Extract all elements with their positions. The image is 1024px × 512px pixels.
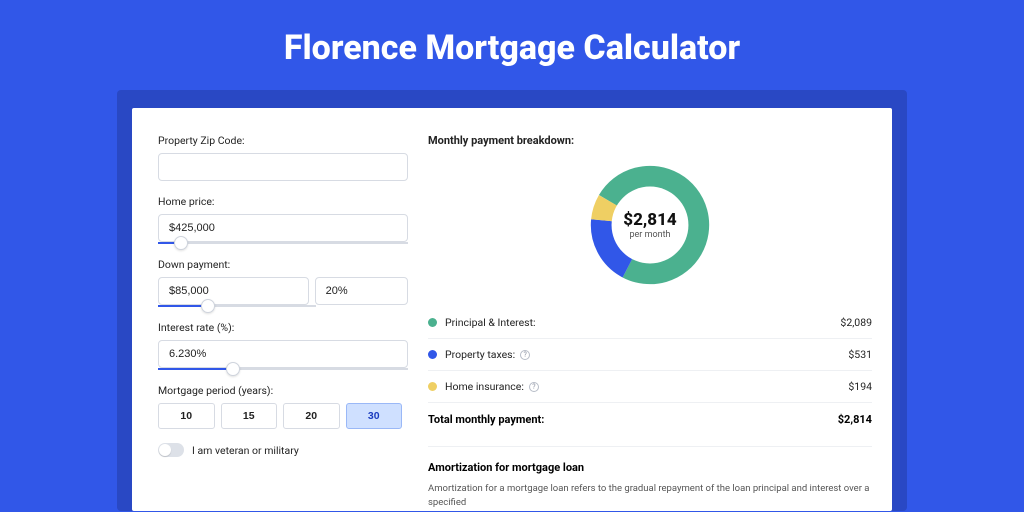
donut-sub: per month: [629, 230, 670, 240]
amortization-body: Amortization for a mortgage loan refers …: [428, 482, 872, 511]
info-icon[interactable]: ?: [520, 350, 530, 360]
breakdown-column: Monthly payment breakdown: $2,814 per mo…: [428, 134, 872, 511]
donut-chart: $2,814 per month: [586, 161, 714, 289]
period-option-10[interactable]: 10: [158, 403, 215, 429]
total-label: Total monthly payment:: [428, 413, 838, 426]
donut-center: $2,814 per month: [586, 161, 714, 289]
zip-input[interactable]: [158, 153, 408, 181]
amortization-title: Amortization for mortgage loan: [428, 461, 872, 474]
home-price-input[interactable]: [158, 214, 408, 242]
legend-dot: [428, 318, 437, 327]
interest-label: Interest rate (%):: [158, 321, 408, 334]
legend-dot: [428, 382, 437, 391]
down-payment-amount-input[interactable]: [158, 277, 309, 305]
down-payment-pct-input[interactable]: [315, 277, 408, 305]
down-payment-slider[interactable]: [158, 305, 316, 307]
info-icon[interactable]: ?: [529, 382, 539, 392]
interest-slider-thumb[interactable]: [226, 362, 240, 376]
interest-slider-fill: [158, 368, 233, 370]
donut-amount: $2,814: [623, 210, 676, 230]
interest-slider[interactable]: [158, 368, 408, 370]
home-price-field: Home price:: [158, 195, 408, 244]
down-payment-label: Down payment:: [158, 258, 408, 271]
line-label: Property taxes:?: [445, 348, 848, 361]
veteran-row: I am veteran or military: [158, 443, 408, 457]
breakdown-line-item: Home insurance:?$194: [428, 370, 872, 402]
line-value: $531: [848, 348, 872, 361]
breakdown-line-item: Principal & Interest: $2,089: [428, 307, 872, 338]
interest-input[interactable]: [158, 340, 408, 368]
page-title: Florence Mortgage Calculator: [0, 0, 1024, 90]
zip-field: Property Zip Code:: [158, 134, 408, 181]
down-payment-field: Down payment:: [158, 258, 408, 307]
home-price-slider-thumb[interactable]: [174, 236, 188, 250]
line-value: $2,089: [840, 316, 872, 329]
period-field: Mortgage period (years): 10152030: [158, 384, 408, 429]
home-price-label: Home price:: [158, 195, 408, 208]
period-option-30[interactable]: 30: [346, 403, 403, 429]
line-label-text: Home insurance:: [445, 380, 524, 393]
separator: [428, 446, 872, 447]
breakdown-line-item: Property taxes:?$531: [428, 338, 872, 370]
form-column: Property Zip Code: Home price: Down paym…: [158, 134, 408, 511]
zip-label: Property Zip Code:: [158, 134, 408, 147]
veteran-toggle[interactable]: [158, 443, 184, 457]
total-value: $2,814: [838, 413, 872, 426]
veteran-label: I am veteran or military: [192, 444, 299, 457]
line-value: $194: [848, 380, 872, 393]
interest-field: Interest rate (%):: [158, 321, 408, 370]
donut-wrap: $2,814 per month: [428, 161, 872, 289]
line-label: Principal & Interest:: [445, 316, 840, 329]
period-option-20[interactable]: 20: [283, 403, 340, 429]
total-row: Total monthly payment: $2,814: [428, 402, 872, 436]
period-label: Mortgage period (years):: [158, 384, 408, 397]
veteran-toggle-knob: [159, 444, 171, 456]
breakdown-title: Monthly payment breakdown:: [428, 134, 872, 147]
period-option-15[interactable]: 15: [221, 403, 278, 429]
line-label-text: Principal & Interest:: [445, 316, 536, 329]
down-payment-slider-thumb[interactable]: [201, 299, 215, 313]
amortization-block: Amortization for mortgage loan Amortizat…: [428, 461, 872, 511]
line-label-text: Property taxes:: [445, 348, 515, 361]
calculator-shadow: Property Zip Code: Home price: Down paym…: [117, 90, 907, 511]
legend-dot: [428, 350, 437, 359]
home-price-slider[interactable]: [158, 242, 408, 244]
line-label: Home insurance:?: [445, 380, 848, 393]
calculator-card: Property Zip Code: Home price: Down paym…: [132, 108, 892, 511]
